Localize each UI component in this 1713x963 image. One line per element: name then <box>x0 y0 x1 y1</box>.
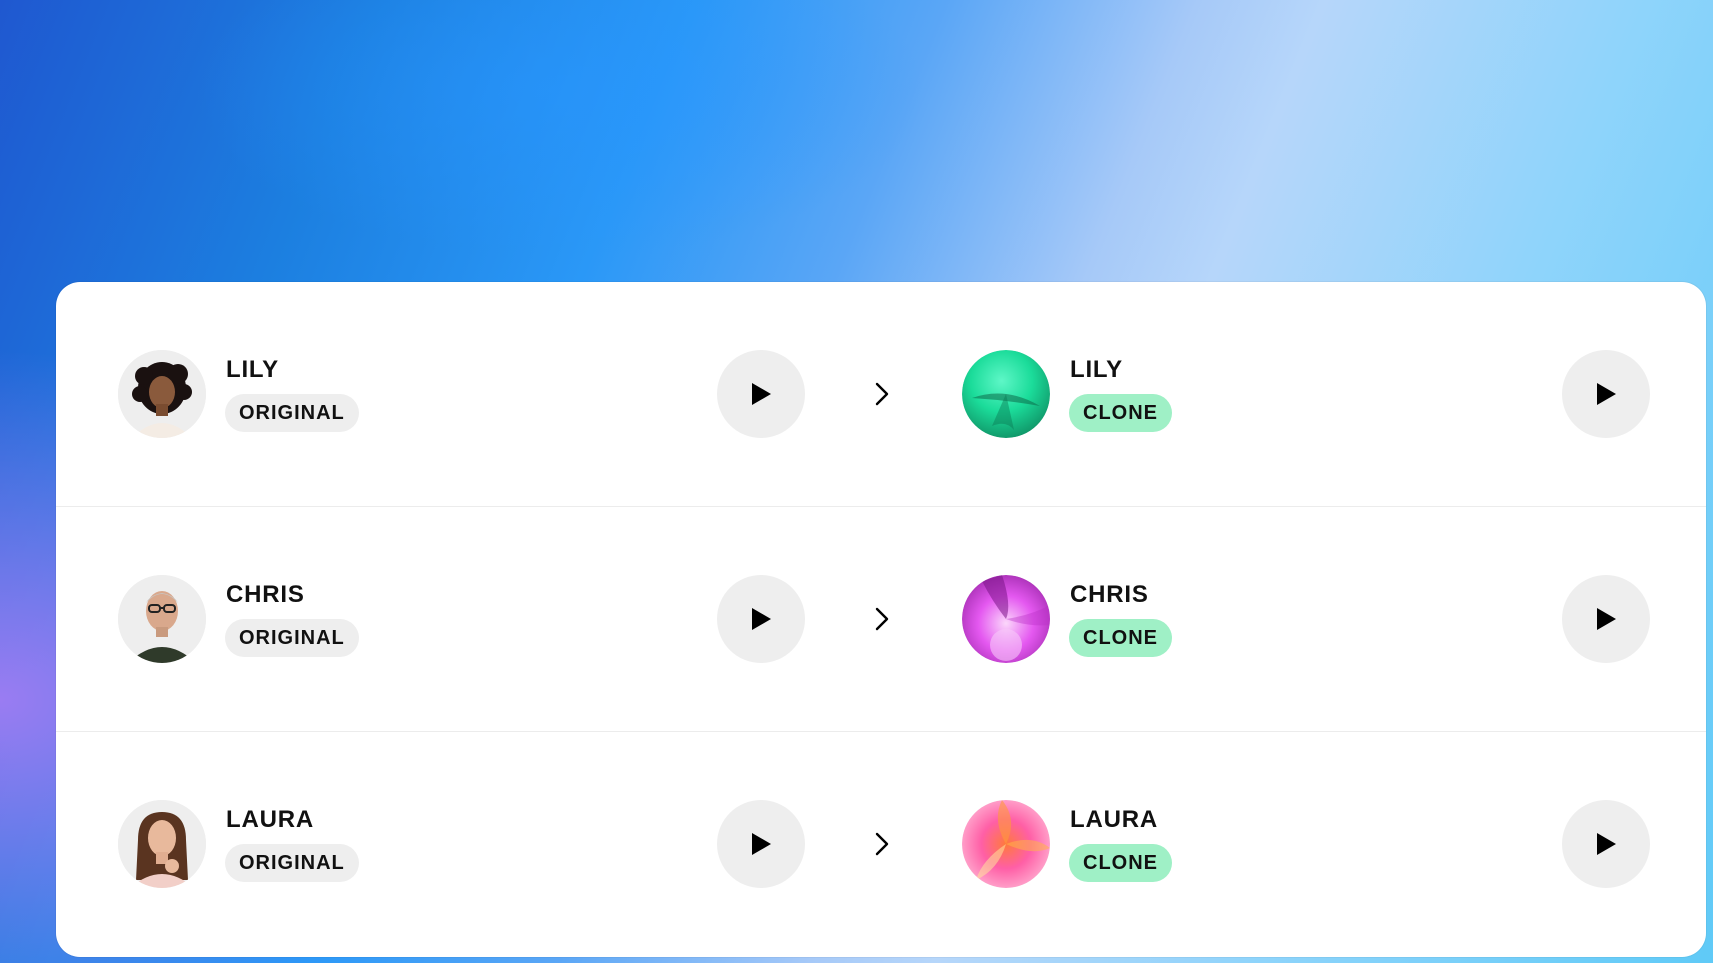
clone-badge: CLONE <box>1069 619 1172 657</box>
clone-voice-name: LAURA <box>1070 806 1158 833</box>
clone-orb-lily <box>962 350 1050 438</box>
voice-row-lily: LILY ORIGINAL LILY CLONE <box>56 282 1706 507</box>
play-original-button[interactable] <box>717 800 805 888</box>
avatar-chris-original <box>118 575 206 663</box>
play-clone-button[interactable] <box>1562 575 1650 663</box>
play-clone-button[interactable] <box>1562 800 1650 888</box>
avatar-laura-original <box>118 800 206 888</box>
play-icon <box>1597 383 1616 405</box>
background-glow <box>0 0 1713 300</box>
original-badge: ORIGINAL <box>225 844 359 882</box>
original-badge: ORIGINAL <box>225 394 359 432</box>
voice-comparison-card: LILY ORIGINAL LILY CLONE CHRIS ORIGINAL … <box>56 282 1706 957</box>
play-original-button[interactable] <box>717 575 805 663</box>
clone-orb-laura <box>962 800 1050 888</box>
clone-voice-name: CHRIS <box>1070 581 1149 608</box>
avatar-lily-original <box>118 350 206 438</box>
chevron-right-icon <box>868 830 896 858</box>
original-voice-name: CHRIS <box>226 581 305 608</box>
clone-voice-name: LILY <box>1070 356 1123 383</box>
original-badge: ORIGINAL <box>225 619 359 657</box>
play-icon <box>752 833 771 855</box>
chevron-right-icon <box>868 380 896 408</box>
play-clone-button[interactable] <box>1562 350 1650 438</box>
clone-badge: CLONE <box>1069 394 1172 432</box>
play-original-button[interactable] <box>717 350 805 438</box>
clone-badge: CLONE <box>1069 844 1172 882</box>
original-voice-name: LAURA <box>226 806 314 833</box>
clone-orb-chris <box>962 575 1050 663</box>
chevron-right-icon <box>868 605 896 633</box>
play-icon <box>752 608 771 630</box>
original-voice-name: LILY <box>226 356 279 383</box>
voice-row-laura: LAURA ORIGINAL LAURA CLONE <box>56 732 1706 956</box>
play-icon <box>752 383 771 405</box>
voice-row-chris: CHRIS ORIGINAL CHRIS CLONE <box>56 507 1706 732</box>
play-icon <box>1597 608 1616 630</box>
play-icon <box>1597 833 1616 855</box>
